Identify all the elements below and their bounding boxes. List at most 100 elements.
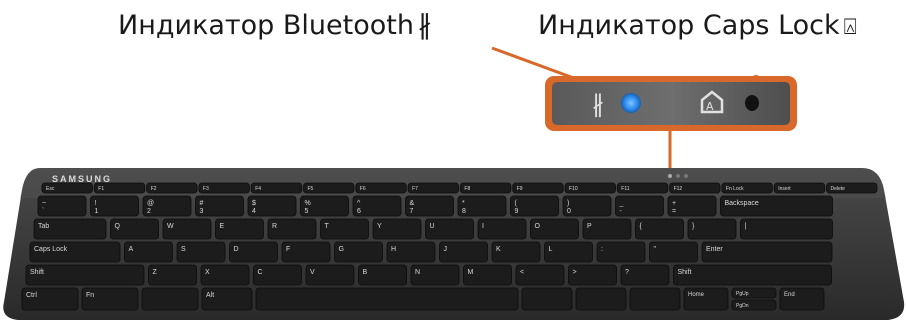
key-pgdn[interactable]: PgDn xyxy=(731,299,777,311)
key-x-2[interactable]: X xyxy=(200,264,250,286)
key-sym-11[interactable]: " xyxy=(649,241,698,263)
key-k-8[interactable]: K xyxy=(491,241,541,263)
key-e-3[interactable]: E xyxy=(215,218,264,240)
key-f-4[interactable]: F xyxy=(281,241,331,263)
key-num-9-digit: 9 xyxy=(515,208,519,215)
key-num-1-digit: 1 xyxy=(95,208,99,215)
key-j-7[interactable]: J xyxy=(439,241,488,263)
key-pgup-label: PgUp xyxy=(736,291,749,297)
key-y-6[interactable]: Y xyxy=(372,218,422,240)
key-tab-0[interactable]: Tab xyxy=(33,218,107,240)
key-f3-label: F3 xyxy=(203,186,209,192)
key-sym-9[interactable]: > xyxy=(568,264,617,286)
key-num-2-label: @ xyxy=(147,200,154,207)
key-fn-lock[interactable]: Fn Lock xyxy=(721,182,773,194)
key-f8[interactable]: F8 xyxy=(459,182,512,194)
key-l-9[interactable]: L xyxy=(544,241,593,263)
key-sym-13[interactable]: | xyxy=(740,218,833,240)
key-a-1-label: A xyxy=(129,246,134,253)
key-sym-12[interactable]: } xyxy=(687,218,737,240)
key-sym-8[interactable]: < xyxy=(515,264,565,286)
key-home[interactable]: Home xyxy=(683,287,729,311)
key-menu[interactable] xyxy=(629,287,681,311)
key-f2[interactable]: F2 xyxy=(146,182,198,194)
key-o-9[interactable]: O xyxy=(530,218,579,240)
key-f10[interactable]: F10 xyxy=(564,182,616,194)
key-f5[interactable]: F5 xyxy=(303,182,355,194)
key-sym-13-label: | xyxy=(745,223,747,230)
key-f11[interactable]: F11 xyxy=(616,182,669,194)
key-b-5[interactable]: B xyxy=(358,264,407,286)
key-alt[interactable]: Alt xyxy=(201,287,253,311)
key-pgup[interactable]: PgUp xyxy=(731,287,777,299)
key-f4-label: F4 xyxy=(255,186,261,192)
key-g-5[interactable]: G xyxy=(334,241,383,263)
key-hanja[interactable] xyxy=(521,287,573,311)
key-u-7[interactable]: U xyxy=(425,218,474,240)
key-f6[interactable]: F6 xyxy=(355,182,407,194)
key-z-1-label: Z xyxy=(153,269,158,276)
key-end[interactable]: End xyxy=(779,287,825,311)
key-v-4[interactable]: V xyxy=(305,264,355,286)
key-f3[interactable]: F3 xyxy=(198,182,250,194)
key-f1-label: F1 xyxy=(98,186,104,192)
key-num-0[interactable]: ~ xyxy=(37,195,87,217)
key-delete[interactable]: Delete xyxy=(826,182,878,194)
key-esc[interactable]: Esc xyxy=(41,182,93,194)
key-w-2[interactable]: W xyxy=(162,218,212,240)
key-f12-label: F12 xyxy=(674,186,683,192)
key-num-1-label: ! xyxy=(95,200,97,207)
key-f7-label: F7 xyxy=(412,186,418,192)
key-d-3[interactable]: D xyxy=(229,241,278,263)
key-sym-10[interactable]: ? xyxy=(620,264,670,286)
key-num-8-label: * xyxy=(462,200,465,207)
key-f12[interactable]: F12 xyxy=(669,182,721,194)
key-f5-label: F5 xyxy=(308,186,314,192)
key-han-eng[interactable] xyxy=(575,287,627,311)
key-shift-11[interactable]: Shift xyxy=(673,264,832,286)
key-p-10[interactable]: P xyxy=(582,218,632,240)
key-i-8[interactable]: I xyxy=(477,218,527,240)
key-a-1[interactable]: A xyxy=(124,241,173,263)
key-num-12-label: + xyxy=(672,200,676,207)
key-num-7-digit: 7 xyxy=(410,208,414,215)
key-t-5[interactable]: T xyxy=(320,218,369,240)
key-sym-11[interactable]: { xyxy=(635,218,684,240)
key-s-2[interactable]: S xyxy=(176,241,226,263)
key-f7[interactable]: F7 xyxy=(407,182,460,194)
svg-text:A: A xyxy=(706,100,714,113)
key-n-6[interactable]: N xyxy=(410,264,460,286)
keyboard-diagram: ∦ A SAMSUNG Esc F1 F2 F3 F4 F5 F6 F7 F8 F9 F10 F11 F… xyxy=(3,46,905,320)
key-insert[interactable]: Insert xyxy=(773,182,826,194)
key-z-1[interactable]: Z xyxy=(148,264,197,286)
key-f4[interactable]: F4 xyxy=(250,182,303,194)
key-windows[interactable] xyxy=(141,287,199,311)
key-caps-lock-0[interactable]: Caps Lock xyxy=(29,241,121,263)
key-n-6-label: N xyxy=(415,269,420,276)
key-f9[interactable]: F9 xyxy=(512,182,564,194)
key-f1[interactable]: F1 xyxy=(93,182,146,194)
key-q-1[interactable]: Q xyxy=(110,218,159,240)
key-ctrl[interactable]: Ctrl xyxy=(21,287,79,311)
key-y-6-label: Y xyxy=(377,223,382,230)
key-m-7[interactable]: M xyxy=(463,264,512,286)
key-sym-10-label: ? xyxy=(625,269,629,276)
key-sym-10[interactable]: : xyxy=(596,241,646,263)
caps-lock-indicator-label: Индикатор Caps Lock xyxy=(538,10,840,41)
key-num-11[interactable]: _ xyxy=(615,195,664,217)
key-e-3-label: E xyxy=(220,223,225,230)
key-num-13[interactable]: Backspace xyxy=(720,195,833,217)
key-p-10-label: P xyxy=(587,223,592,230)
key-num-6-digit: 6 xyxy=(357,208,361,215)
key-enter-12[interactable]: Enter xyxy=(701,241,833,263)
key-space[interactable] xyxy=(255,287,519,311)
key-h-6[interactable]: H xyxy=(386,241,436,263)
caps-lock-icon: ⍓ xyxy=(843,15,857,40)
key-num-0-label: ~ xyxy=(42,200,46,207)
key-r-4[interactable]: R xyxy=(267,218,317,240)
key-c-3[interactable]: C xyxy=(253,264,302,286)
key-fn[interactable]: Fn xyxy=(81,287,139,311)
key-insert-label: Insert xyxy=(778,186,791,192)
key-b-5-label: B xyxy=(363,269,368,276)
key-shift-0[interactable]: Shift xyxy=(25,264,145,286)
